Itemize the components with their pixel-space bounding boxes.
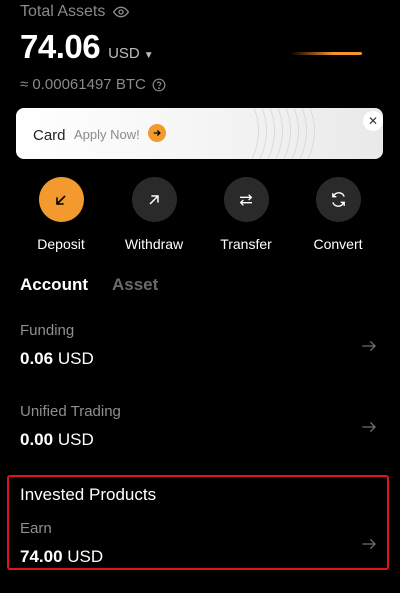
banner-cta-text[interactable]: Apply Now! [74, 127, 140, 142]
account-amount: 0.00 [20, 430, 54, 449]
transfer-label: Transfer [220, 236, 272, 252]
account-balance: 0.00 USD [20, 430, 121, 450]
total-assets-label: Total Assets [20, 3, 106, 20]
account-currency: USD [57, 349, 94, 368]
withdraw-button[interactable]: Withdraw [114, 177, 194, 252]
account-currency: USD [67, 547, 104, 566]
account-currency: USD [57, 430, 94, 449]
card-promo-banner[interactable]: Card Apply Now! ✕ [16, 108, 383, 159]
convert-button[interactable]: Convert [298, 177, 378, 252]
arrow-right-icon[interactable] [361, 420, 377, 434]
account-balance: 0.06 USD [20, 349, 94, 369]
btc-equivalent: ≈ 0.00061497 BTC [20, 76, 166, 93]
eye-icon[interactable] [113, 4, 130, 20]
refresh-icon[interactable] [315, 177, 361, 222]
account-amount: 74.00 [20, 547, 63, 566]
help-icon[interactable] [152, 78, 166, 92]
arrow-down-left-icon[interactable] [38, 177, 84, 222]
banner-title: Card [33, 127, 66, 144]
balance-value: 74.06 [20, 28, 101, 65]
withdraw-label: Withdraw [124, 236, 184, 252]
account-amount: 0.06 [20, 349, 54, 368]
deposit-button[interactable]: Deposit [21, 177, 101, 252]
funding-account-row[interactable]: Funding 0.06 USD [20, 322, 94, 369]
account-name: Unified Trading [20, 403, 121, 420]
invested-products-title: Invested Products [20, 485, 157, 504]
account-name: Earn [20, 520, 52, 537]
convert-label: Convert [313, 236, 363, 252]
earn-account-row[interactable]: Earn 74.00 USD [20, 520, 103, 567]
arrow-right-icon[interactable] [361, 339, 377, 353]
currency-selector[interactable]: USD [108, 45, 140, 62]
balance-display: 74.06 USD ▼ [20, 28, 154, 66]
banner-decoration [251, 108, 315, 159]
deposit-label: Deposit [37, 236, 85, 252]
balance-sparkline [290, 52, 362, 55]
tab-account[interactable]: Account [20, 275, 88, 295]
close-icon[interactable]: ✕ [363, 111, 383, 131]
arrow-right-icon[interactable] [361, 537, 377, 551]
account-balance: 74.00 USD [20, 547, 103, 567]
tab-asset[interactable]: Asset [112, 275, 158, 295]
unified-trading-account-row[interactable]: Unified Trading 0.00 USD [20, 403, 121, 450]
arrow-up-right-icon[interactable] [131, 177, 177, 222]
btc-equivalent-text: ≈ 0.00061497 BTC [20, 76, 146, 93]
transfer-button[interactable]: Transfer [206, 177, 286, 252]
arrow-right-icon[interactable] [148, 124, 166, 142]
swap-icon[interactable] [223, 177, 269, 222]
caret-down-icon[interactable]: ▼ [144, 50, 154, 61]
total-assets-header: Total Assets [20, 3, 130, 21]
account-name: Funding [20, 322, 75, 339]
